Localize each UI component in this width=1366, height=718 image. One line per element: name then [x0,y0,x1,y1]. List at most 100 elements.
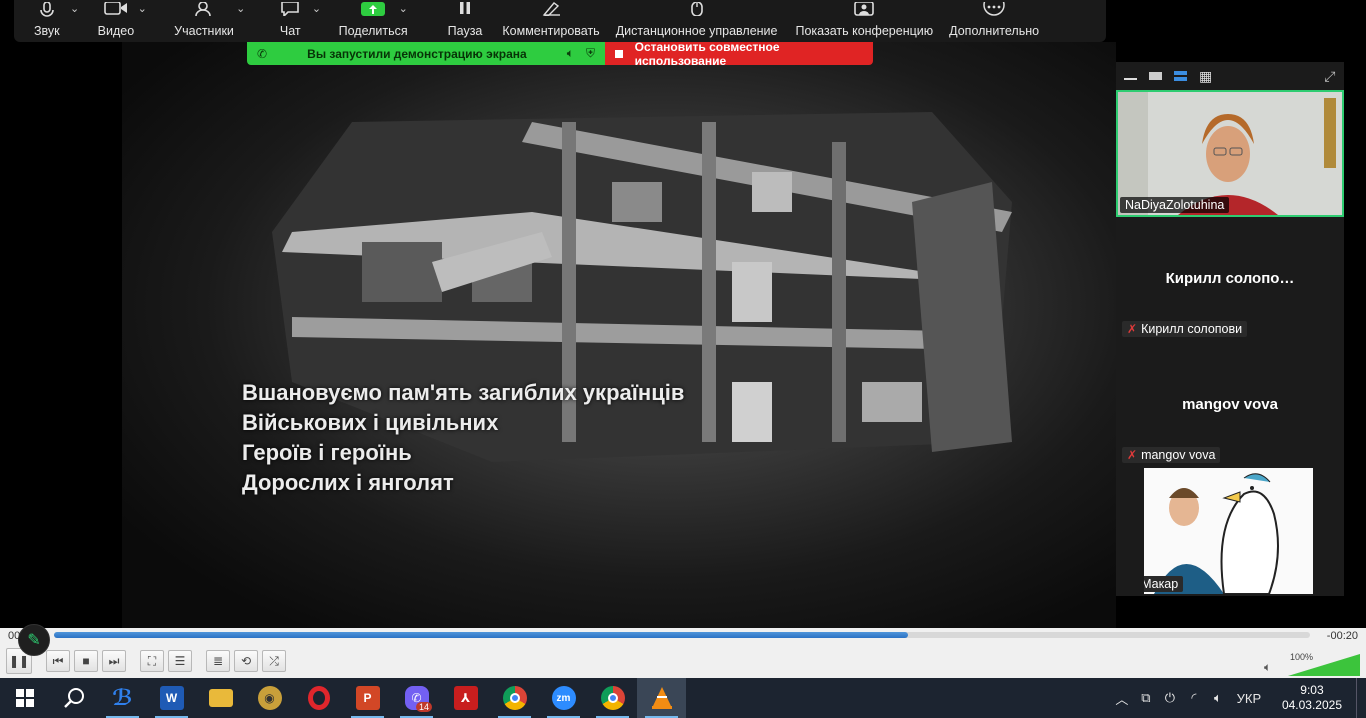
shield-icon: ⛨ [585,46,595,60]
video-label: Видео [97,24,135,38]
participant-name-chip: ✗Макар [1144,576,1184,592]
notifications-icon[interactable] [1356,678,1366,718]
search-icon [63,688,84,708]
notification-badge: 14 [415,702,432,712]
screen-share-banner: ✆ Вы запустили демонстрацию экрана 🔈︎ ⛨ … [247,39,873,68]
taskbar-app[interactable] [637,678,686,718]
chrome-icon [502,686,527,710]
participant-video-tile[interactable]: ✗Макар [1144,468,1313,594]
participant-name-chip: ✗ mangov vova [1122,447,1221,463]
taskbar-app[interactable]: zm [539,678,588,718]
participant-name-chip: ✗ Кирилл солопови [1122,321,1248,337]
zoom-icon: zm [551,686,576,710]
remote-control-button[interactable]: Дистанционное управление [616,2,777,38]
stop-share-button[interactable]: Остановить совместное использование [605,39,873,68]
remaining-time[interactable]: -00:20 [1327,630,1358,642]
show-meeting-label: Показать конференцию [795,24,934,38]
eye-app-icon: ◉ [257,686,282,710]
share-status-text: Вы запустили демонстрацию экрана [307,46,527,61]
shuffle-icon: ⤮ [269,653,279,668]
speaker-icon[interactable]: 🔈︎ [567,46,574,61]
chevron-down-icon[interactable]: ⌄ [70,2,79,15]
clock[interactable]: 9:03 04.03.2025 [1282,683,1342,713]
clock-time: 9:03 [1300,683,1324,697]
share-screen-icon [361,2,386,24]
taskbar-app[interactable]: ℬ [98,678,147,718]
expand-icon[interactable]: ⤢ [1324,68,1335,85]
stop-share-label: Остановить совместное использование [634,39,780,68]
shared-video-frame: Вшановуємо пам'ять загиблих українців Ві… [122,42,1116,628]
taskbar-app[interactable] [588,678,637,718]
taskbar-app[interactable]: ⅄ [441,678,490,718]
participants-button[interactable]: ⌄ Участники [174,2,245,38]
start-button[interactable] [0,678,49,718]
windows-logo-icon [15,689,34,707]
chevron-down-icon[interactable]: ⌄ [138,2,147,15]
annotate-button[interactable]: Комментировать [502,2,600,38]
extended-settings-button[interactable]: ☰ [168,650,192,672]
shuffle-button[interactable]: ⤮ [262,650,286,672]
stop-icon: ■ [82,654,90,668]
show-meeting-button[interactable]: Показать конференцию [795,2,933,38]
annotate-pencil-icon [540,2,562,24]
participants-icon [193,2,215,24]
minimize-icon[interactable] [1124,78,1137,80]
audio-button[interactable]: ⌄ Звук [34,2,79,38]
taskbar-app[interactable] [490,678,539,718]
stop-button[interactable]: ■ [74,650,98,672]
clock-date: 04.03.2025 [1281,698,1342,712]
hide-video-icon[interactable] [1149,72,1162,80]
power-icon[interactable]: ⏻︎ [1158,690,1182,706]
language-indicator[interactable]: УКР [1230,691,1268,706]
skip-back-icon: ⏮︎ [52,653,64,668]
annotation-pen-button[interactable]: ✎ [18,624,50,656]
speaker-icon[interactable]: 🔈︎ [1206,690,1230,706]
next-button[interactable]: ⏭︎ [102,650,126,672]
video-caption: Вшановуємо пам'ять загиблих українців Ві… [242,378,684,498]
chevron-down-icon[interactable]: ⌄ [312,2,321,15]
volume-slider[interactable] [1288,654,1360,676]
share-button[interactable]: ⌄ Поделиться [339,2,408,38]
fullscreen-icon: ⛶ [147,653,157,668]
pause-icon: ❚❚ [8,654,30,668]
participant-video-tile[interactable]: NaDiyaZolotuhina [1116,90,1344,217]
chevron-down-icon[interactable]: ⌄ [399,2,408,15]
wifi-icon[interactable]: ◜ [1182,690,1206,706]
search-button[interactable] [49,678,98,718]
chat-icon [280,2,300,24]
chevron-up-icon[interactable]: ︿ [1110,689,1134,708]
more-button[interactable]: Дополнительно [949,2,1039,38]
meet-now-icon[interactable]: ⧉ [1134,690,1158,706]
playlist-button[interactable]: ≣ [206,650,230,672]
loop-icon: ⟲ [240,654,252,668]
volume-icon[interactable]: 🔈︎ [1264,660,1271,675]
taskbar-app[interactable]: ◉ [245,678,294,718]
taskbar-app[interactable]: W [147,678,196,718]
gallery-view-icon[interactable]: ▦ [1199,68,1212,85]
chevron-down-icon[interactable]: ⌄ [236,2,245,15]
pause-share-button[interactable]: Пауза [448,2,482,38]
muted-mic-icon: ✗ [1127,448,1138,462]
caption-line: Героїв і героїнь [242,440,412,465]
taskbar-app[interactable]: P [343,678,392,718]
annotate-label: Комментировать [502,24,600,38]
screen: Вшановуємо пам'ять загиблих українців Ві… [0,0,1366,718]
seek-progress [54,632,909,638]
taskbar-app[interactable] [294,678,343,718]
gallery-view-controls: ▦ ⤢ [1116,62,1344,90]
stop-icon [615,49,623,58]
speaker-view-icon[interactable] [1174,71,1187,81]
share-label: Поделиться [338,24,408,38]
previous-button[interactable]: ⏮︎ [46,650,70,672]
participant-name: mangov vova [1141,448,1216,462]
media-player-controls: 00 -00:20 ❚❚ ⏮︎ ■ ⏭︎ ⛶ ☰ ≣ ⟲ ⤮ 🔈︎ 100% [0,628,1366,678]
taskbar-app[interactable]: ✆ 14 [392,678,441,718]
video-button[interactable]: ⌄ Видео [97,2,147,38]
caption-line: Вшановуємо пам'ять загиблих українців [242,380,685,405]
app-blue-icon: ℬ [112,685,133,710]
taskbar-app[interactable] [196,678,245,718]
seek-bar[interactable] [54,632,1310,638]
chat-button[interactable]: ⌄ Чат [280,2,321,38]
loop-button[interactable]: ⟲ [234,650,258,672]
fullscreen-button[interactable]: ⛶ [140,650,164,672]
